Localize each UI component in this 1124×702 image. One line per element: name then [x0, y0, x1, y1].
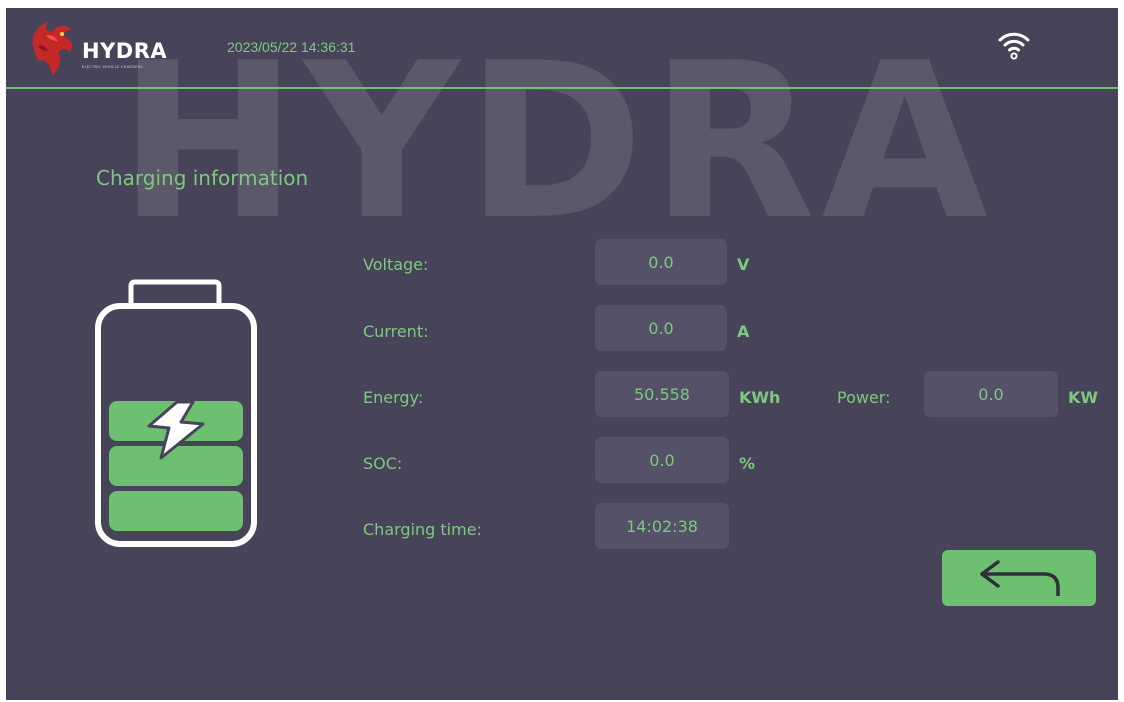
dragon-logo-icon: [32, 22, 73, 76]
voltage-label: Voltage:: [363, 255, 429, 274]
current-label: Current:: [363, 322, 429, 341]
brand-tagline: ELECTRIC VEHICLE CHARGERS: [82, 65, 143, 69]
soc-label: SOC:: [363, 454, 403, 473]
brand-logo: HYDRA ELECTRIC VEHICLE CHARGERS: [28, 18, 198, 80]
header-datetime: 2023/05/22 14:36:31: [227, 39, 356, 55]
current-unit: A: [737, 322, 750, 341]
charging-time-value: 14:02:38: [595, 503, 729, 549]
back-button[interactable]: [942, 550, 1096, 606]
energy-unit: KWh: [739, 388, 781, 407]
back-arrow-icon: [980, 560, 1060, 596]
soc-unit: %: [739, 454, 756, 473]
section-title: Charging information: [96, 166, 309, 190]
brand-name: HYDRA: [82, 39, 168, 63]
header-divider: [6, 87, 1118, 89]
battery-charging-icon: [93, 278, 259, 550]
voltage-unit: V: [737, 255, 750, 274]
power-label: Power:: [837, 388, 891, 407]
voltage-value: 0.0: [595, 239, 727, 285]
charger-screen: HYDRA HYDRA ELECTRIC VEHICLE CHARGERS 20…: [6, 8, 1118, 700]
soc-value: 0.0: [595, 437, 729, 483]
energy-label: Energy:: [363, 388, 424, 407]
power-unit: KW: [1068, 388, 1099, 407]
current-value: 0.0: [595, 305, 727, 351]
power-value: 0.0: [924, 371, 1058, 417]
charging-time-label: Charging time:: [363, 520, 482, 539]
wifi-icon: [998, 28, 1030, 62]
energy-value: 50.558: [595, 371, 729, 417]
